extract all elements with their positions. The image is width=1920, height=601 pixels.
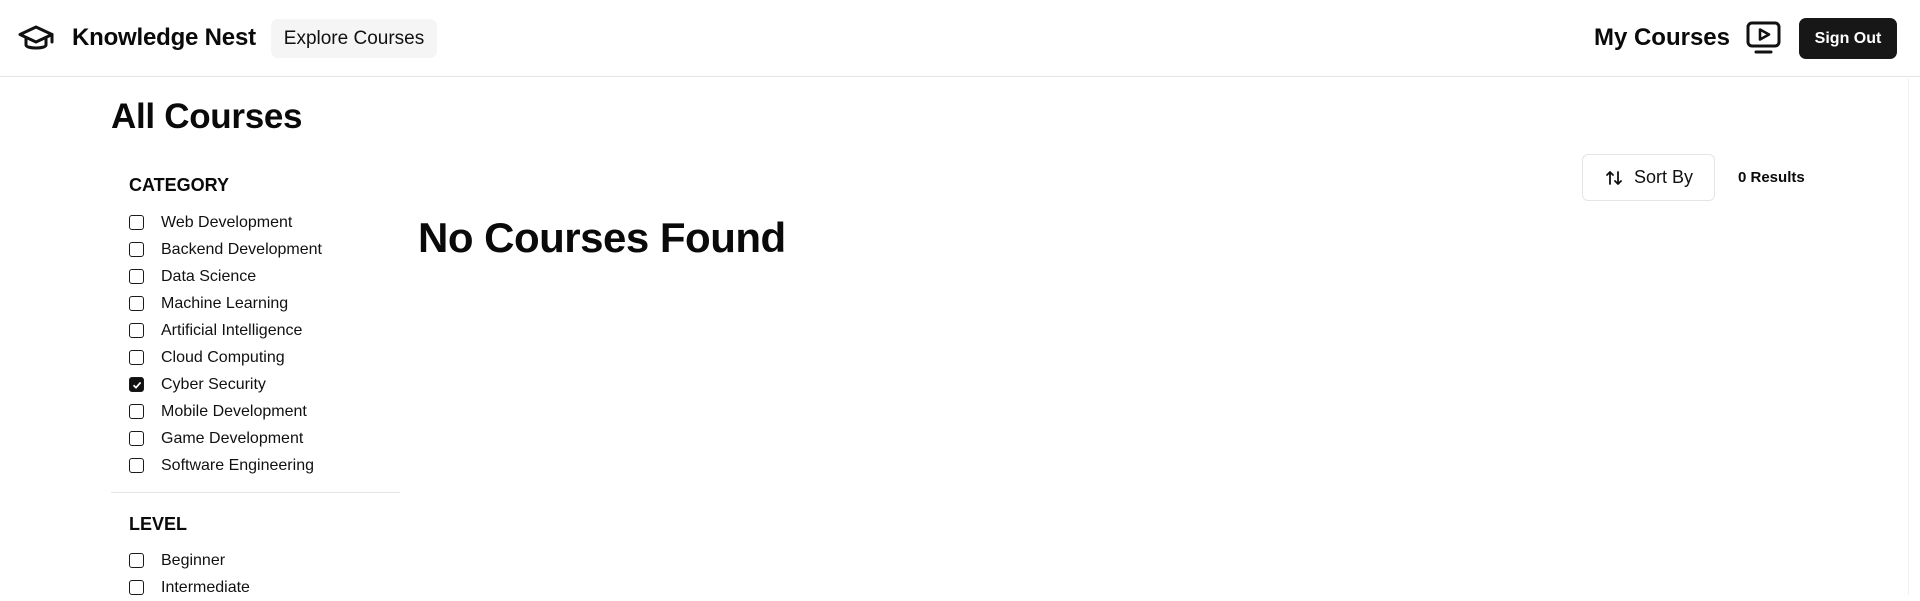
no-courses-message: No Courses Found <box>418 214 786 261</box>
level-option-beginner[interactable]: Beginner <box>129 547 250 574</box>
checkbox[interactable] <box>129 269 144 284</box>
sign-out-button[interactable]: Sign Out <box>1799 18 1897 59</box>
category-option-data-science[interactable]: Data Science <box>129 263 322 290</box>
filter-label: Intermediate <box>161 578 250 596</box>
checkbox[interactable] <box>129 458 144 473</box>
filter-label: Cloud Computing <box>161 348 285 366</box>
filter-label: Web Development <box>161 213 293 231</box>
top-navbar: Knowledge Nest Explore Courses My Course… <box>0 0 1920 77</box>
filter-label: Cyber Security <box>161 375 266 393</box>
category-option-mobile-development[interactable]: Mobile Development <box>129 398 322 425</box>
sidebar-divider <box>111 492 400 493</box>
checkbox[interactable] <box>129 242 144 257</box>
checkbox[interactable] <box>129 323 144 338</box>
my-courses-link[interactable]: My Courses <box>1594 24 1730 52</box>
graduation-cap-icon[interactable] <box>18 22 54 54</box>
page-title: All Courses <box>111 97 303 136</box>
level-filter-list: Beginner Intermediate <box>129 547 250 601</box>
checkbox[interactable] <box>129 377 144 392</box>
filter-label: Data Science <box>161 267 257 285</box>
category-option-cloud-computing[interactable]: Cloud Computing <box>129 344 322 371</box>
category-option-cyber-security[interactable]: Cyber Security <box>129 371 322 398</box>
category-option-web-development[interactable]: Web Development <box>129 209 322 236</box>
filter-label: Backend Development <box>161 240 322 258</box>
brand-name[interactable]: Knowledge Nest <box>72 24 256 52</box>
explore-courses-button[interactable]: Explore Courses <box>271 19 437 58</box>
checkbox[interactable] <box>129 215 144 230</box>
scrollbar[interactable] <box>1908 78 1920 595</box>
results-count: 0 Results <box>1738 169 1805 186</box>
filter-label: Mobile Development <box>161 402 307 420</box>
category-heading: CATEGORY <box>129 175 230 195</box>
checkbox[interactable] <box>129 553 144 568</box>
checkbox[interactable] <box>129 296 144 311</box>
category-option-machine-learning[interactable]: Machine Learning <box>129 290 322 317</box>
level-heading: LEVEL <box>129 514 188 534</box>
filter-label: Game Development <box>161 429 304 447</box>
filter-label: Machine Learning <box>161 294 289 312</box>
category-option-artificial-intelligence[interactable]: Artificial Intelligence <box>129 317 322 344</box>
category-option-backend-development[interactable]: Backend Development <box>129 236 322 263</box>
sort-label: Sort By <box>1633 167 1694 187</box>
category-filter-list: Web Development Backend Development Data… <box>129 209 322 479</box>
sort-by-button[interactable]: Sort By <box>1582 154 1715 201</box>
category-option-software-engineering[interactable]: Software Engineering <box>129 452 322 479</box>
checkbox[interactable] <box>129 404 144 419</box>
video-player-icon[interactable] <box>1745 20 1783 56</box>
category-option-game-development[interactable]: Game Development <box>129 425 322 452</box>
level-option-intermediate[interactable]: Intermediate <box>129 574 250 601</box>
checkbox[interactable] <box>129 350 144 365</box>
filter-label: Beginner <box>161 551 226 569</box>
checkbox[interactable] <box>129 431 144 446</box>
filter-label: Software Engineering <box>161 456 314 474</box>
sort-arrows-icon <box>1606 170 1622 185</box>
checkbox[interactable] <box>129 580 144 595</box>
filter-label: Artificial Intelligence <box>161 321 303 339</box>
